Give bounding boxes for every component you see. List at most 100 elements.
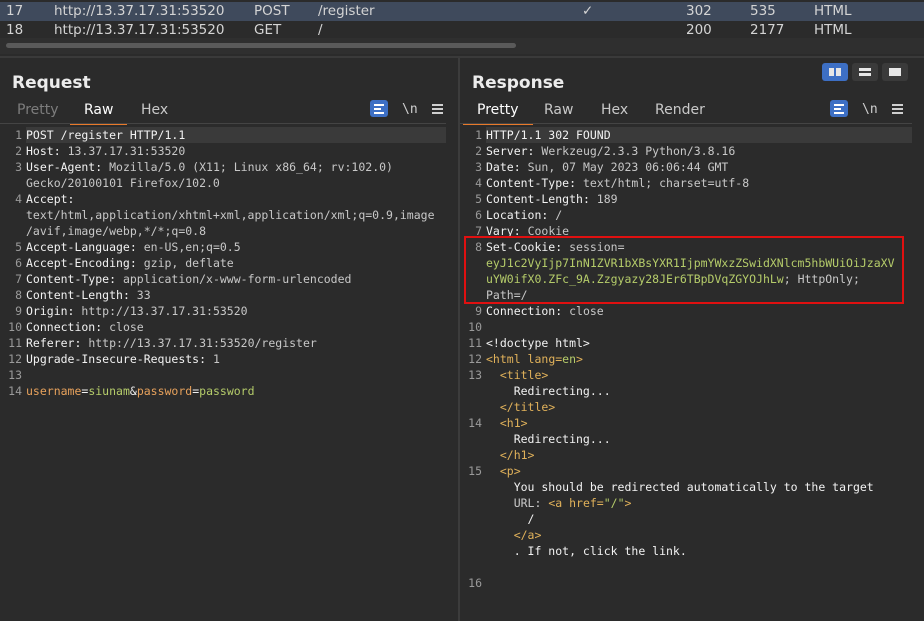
code-text: <!doctype html> [486,336,590,350]
tab-render[interactable]: Render [655,102,705,121]
wrap-lines-icon[interactable] [370,100,388,117]
code-text: Redirecting... [486,432,611,446]
header-value: Werkzeug/2.3.3 Python/3.8.16 [541,144,736,158]
html-token: </a> [486,528,542,542]
horizontal-scrollbar[interactable] [0,38,924,54]
row-length: 535 [750,3,776,19]
header-colon: : [129,240,144,254]
header-name: Content-Length [26,288,123,302]
tab-hex[interactable]: Hex [601,102,628,121]
tab-divider [460,123,912,124]
single-pane-layout-icon[interactable] [882,63,908,81]
header-value: http://13.37.17.31:53520/register [88,336,317,350]
code-line: Accept-Language: en-US,en;q=0.5 [26,239,241,255]
html-token: href= [569,496,604,510]
code-line: / [486,511,535,527]
stacked-layout-icon[interactable] [852,63,878,81]
line-number: 11 [8,336,22,350]
row-method: POST [254,3,290,19]
line-number: 6 [15,256,22,270]
code-line: Content-Length: 33 [26,287,151,303]
html-token: <a [548,496,570,510]
header-colon: : [541,208,556,222]
html-token: <title> [486,368,549,382]
code-line: username=siunam&password=password [26,383,255,399]
tab-pretty[interactable]: Pretty [17,102,59,121]
request-editor[interactable]: 1 POST /register HTTP/1.1 2 Host: 13.37.17.… [0,125,458,621]
code-line: text/html,application/xhtml+xml,applicat… [26,207,435,223]
html-token: <html [486,352,528,366]
code-text: POST /register HTTP/1.1 [26,128,186,142]
tab-raw[interactable]: Raw [69,102,129,125]
html-token: en [562,352,577,366]
code-line: . If not, click the link. [486,543,687,559]
header-name: User-Agent [26,160,96,174]
line-number: 11 [468,336,482,350]
line-number: 10 [8,320,22,334]
scrollbar-thumb[interactable] [6,43,516,48]
header-colon: : [582,192,597,206]
tab-hex[interactable]: Hex [141,102,168,121]
menu-icon[interactable] [892,104,903,114]
header-name: Content-Type [486,176,570,190]
row-mime: HTML [814,3,852,19]
html-token: > [576,352,583,366]
code-line: <!doctype html> [486,335,590,351]
header-value: application/x-www-form-urlencoded [122,272,352,286]
header-value: text/html; charset=utf-8 [582,176,750,190]
newline-toggle[interactable]: \n [862,102,878,117]
line-number: 12 [468,352,482,366]
code-line: Server: Werkzeug/2.3.3 Python/3.8.16 [486,143,735,159]
code-line: Upgrade-Insecure-Requests: 1 [26,351,220,367]
menu-icon[interactable] [432,104,443,114]
code-line: <title> [486,367,548,383]
body-token: & [129,384,137,398]
wrap-lines-icon[interactable] [830,100,848,117]
header-name: Accept-Language [26,240,130,254]
tab-pretty[interactable]: Pretty [463,102,532,125]
line-number: 4 [15,192,22,206]
header-name: Referer [26,336,75,350]
header-value: / [555,208,563,222]
line-number: 6 [475,208,482,222]
response-title: Response [472,73,565,93]
header-name: Server [486,144,528,158]
line-number: 4 [475,176,482,190]
header-colon: : [109,272,123,286]
line-number: 3 [475,160,482,174]
header-value: close [569,304,604,318]
code-line: Connection: close [486,303,604,319]
header-value: en-US,en;q=0.5 [143,240,241,254]
code-line: Accept: [26,191,81,207]
code-line: Connection: close [26,319,144,335]
code-line: You should be redirected automatically t… [486,479,874,495]
line-number: 14 [8,384,22,398]
history-row[interactable]: 17 http://13.37.17.31:53520 POST /regist… [0,2,924,21]
code-line: URL: <a href="/"> [486,495,632,511]
header-value: 33 [136,288,151,302]
header-value: close [109,320,144,334]
code-line: Date: Sun, 07 May 2023 06:06:44 GMT [486,159,728,175]
code-line: Host: 13.37.17.31:53520 [26,143,185,159]
header-colon: : [527,144,542,158]
side-by-side-layout-icon[interactable] [822,63,848,81]
line-number: 3 [15,160,22,174]
code-line: Referer: http://13.37.17.31:53520/regist… [26,335,317,351]
html-token: </title> [486,400,556,414]
header-name: Connection [26,320,96,334]
newline-toggle[interactable]: \n [402,102,418,117]
layout-toggle-group [822,63,908,81]
row-number: 17 [6,3,24,19]
response-editor[interactable]: 1 HTTP/1.1 302 FOUND 2 Server: Werkzeug/2.3… [460,125,924,621]
line-number: 16 [468,576,482,590]
code-line: <p> [486,463,521,479]
code-text: / [486,512,535,526]
header-value: http://13.37.17.31:53520 [81,304,248,318]
body-token: password [136,384,193,398]
header-value: Gecko/20100101 Firefox/102.0 [26,176,220,190]
header-value: 13.37.17.31:53520 [67,144,186,158]
line-number: 5 [15,240,22,254]
tab-raw[interactable]: Raw [544,102,573,121]
line-number: 13 [468,368,482,382]
header-colon: : [129,256,144,270]
